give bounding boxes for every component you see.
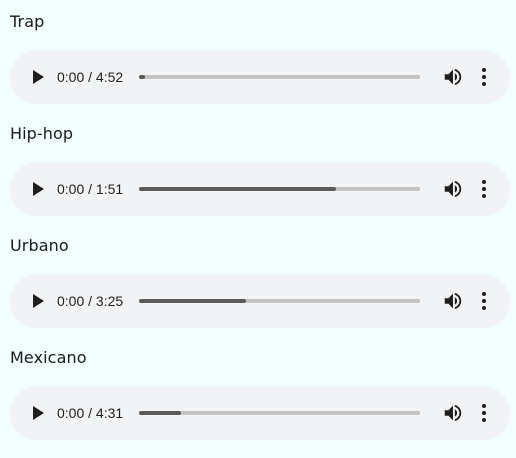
more-vert-icon xyxy=(474,402,494,424)
volume-button[interactable] xyxy=(442,402,464,424)
volume-icon xyxy=(442,290,464,312)
progress-fill xyxy=(139,411,182,415)
progress-fill xyxy=(139,187,336,191)
volume-icon xyxy=(442,66,464,88)
audio-player[interactable]: 0:00 / 1:51 xyxy=(10,162,510,216)
progress-fill xyxy=(139,299,246,303)
audio-player[interactable]: 0:00 / 4:31 xyxy=(10,386,510,440)
play-icon xyxy=(28,179,48,199)
play-icon xyxy=(28,67,48,87)
progress-fill xyxy=(139,75,145,79)
volume-icon xyxy=(442,178,464,200)
more-options-button[interactable] xyxy=(474,290,494,312)
more-vert-icon xyxy=(474,178,494,200)
volume-button[interactable] xyxy=(442,66,464,88)
play-button[interactable] xyxy=(28,291,48,311)
audio-player[interactable]: 0:00 / 4:52 xyxy=(10,50,510,104)
volume-icon xyxy=(442,402,464,424)
time-display: 0:00 / 1:51 xyxy=(57,181,124,197)
track-hip-hop: Hip-hop 0:00 / 1:51 xyxy=(0,112,516,224)
more-vert-icon xyxy=(474,66,494,88)
audio-player[interactable]: 0:00 / 3:25 xyxy=(10,274,510,328)
progress-slider[interactable] xyxy=(139,75,420,79)
volume-button[interactable] xyxy=(442,178,464,200)
audio-list: Trap 0:00 / 4:52 Hip-hop 0:00 / 1:51 Urb… xyxy=(0,0,516,458)
progress-slider[interactable] xyxy=(139,411,420,415)
play-button[interactable] xyxy=(28,179,48,199)
more-options-button[interactable] xyxy=(474,66,494,88)
play-icon xyxy=(28,291,48,311)
play-icon xyxy=(28,403,48,423)
more-options-button[interactable] xyxy=(474,402,494,424)
progress-slider[interactable] xyxy=(139,187,420,191)
volume-button[interactable] xyxy=(442,290,464,312)
play-button[interactable] xyxy=(28,403,48,423)
time-display: 0:00 / 4:52 xyxy=(57,69,124,85)
more-options-button[interactable] xyxy=(474,178,494,200)
play-button[interactable] xyxy=(28,67,48,87)
track-urbano: Urbano 0:00 / 3:25 xyxy=(0,224,516,336)
track-title: Urbano xyxy=(10,236,69,255)
more-vert-icon xyxy=(474,290,494,312)
track-title: Trap xyxy=(10,12,45,31)
track-title: Hip-hop xyxy=(10,124,74,143)
time-display: 0:00 / 4:31 xyxy=(57,405,124,421)
time-display: 0:00 / 3:25 xyxy=(57,293,124,309)
track-trap: Trap 0:00 / 4:52 xyxy=(0,0,516,112)
progress-slider[interactable] xyxy=(139,299,420,303)
track-title: Mexicano xyxy=(10,348,87,367)
track-mexicano: Mexicano 0:00 / 4:31 xyxy=(0,336,516,448)
